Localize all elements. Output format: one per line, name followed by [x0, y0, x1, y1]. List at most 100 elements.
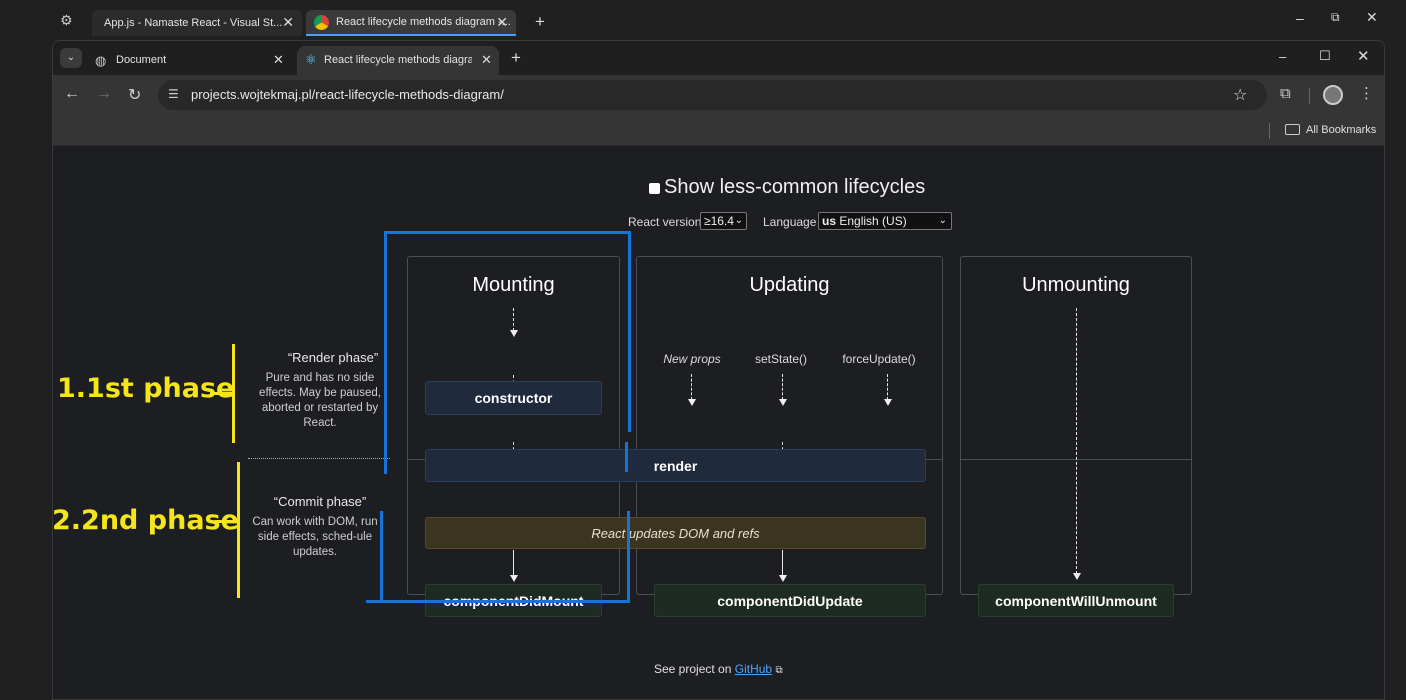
outer-tabbar: ⚙ App.js - Namaste React - Visual St... …	[0, 0, 1406, 40]
globe-icon: ◍	[95, 53, 107, 68]
forward-icon[interactable]: →	[96, 85, 112, 103]
chevron-down-icon: ⌄	[938, 215, 947, 226]
back-icon[interactable]: ←	[64, 85, 80, 103]
minimize-icon[interactable]: –	[1296, 10, 1304, 26]
mounting-title: Mounting	[472, 274, 555, 296]
new-tab-icon[interactable]: +	[535, 12, 545, 32]
page-content: Show less-common lifecycles React versio…	[53, 146, 1384, 699]
close-icon[interactable]: ✕	[481, 52, 492, 68]
arrow-line	[887, 374, 888, 400]
react-version-label: React version	[628, 215, 702, 229]
language-select[interactable]: us English (US) ⌄	[818, 212, 952, 230]
arrowhead	[510, 330, 518, 337]
annotation-first-phase: 1.1st phase	[57, 373, 235, 404]
tab-strip: ⌄ ◍ Document ✕ ⚛ React lifecycle methods…	[53, 41, 1384, 75]
arrowhead	[884, 399, 892, 406]
avatar[interactable]	[1323, 85, 1343, 105]
tab-document[interactable]: ◍ Document ✕	[89, 46, 293, 75]
arrow-line	[782, 374, 783, 400]
tab-search-button[interactable]: ⌄	[60, 48, 82, 68]
external-link-icon: ⧉	[775, 665, 783, 676]
annotation-blue-line	[627, 511, 630, 603]
annotation-blue-line	[366, 600, 630, 603]
restore-icon[interactable]: ⧉	[1331, 10, 1340, 25]
annotation-blue-line	[384, 231, 631, 234]
arrowhead	[1073, 573, 1081, 580]
arrowhead	[779, 575, 787, 582]
close-window-icon[interactable]: ✕	[1357, 47, 1370, 65]
url-text[interactable]: projects.wojtekmaj.pl/react-lifecycle-me…	[191, 87, 504, 102]
render-box[interactable]: render	[425, 449, 926, 482]
reload-icon[interactable]: ↻	[128, 85, 141, 105]
annotation-blue-line	[628, 232, 631, 432]
show-less-common-checkbox[interactable]	[649, 183, 660, 194]
tab-react-lifecycle[interactable]: ⚛ React lifecycle methods diagram ✕	[297, 46, 499, 75]
arrowhead	[688, 399, 696, 406]
react-version-select[interactable]: ≥16.4 ⌄	[700, 212, 747, 230]
annotation-blue-line	[625, 442, 628, 472]
bookmarks-divider	[1269, 123, 1270, 139]
all-bookmarks-link[interactable]: All Bookmarks	[1306, 124, 1376, 136]
close-icon[interactable]: ✕	[273, 52, 284, 68]
arrow-line	[513, 308, 514, 331]
folder-icon[interactable]	[1285, 124, 1300, 135]
render-phase-title: “Render phase”	[287, 350, 379, 365]
phase-divider	[248, 458, 390, 459]
chevron-down-icon: ⌄	[734, 215, 743, 226]
arrowhead	[779, 399, 787, 406]
language-label: Language	[763, 215, 817, 229]
arrow-line	[782, 550, 783, 576]
arrow-line	[513, 550, 514, 576]
close-icon[interactable]: ✕	[496, 14, 508, 31]
bookmarks-bar: All Bookmarks	[53, 116, 1384, 146]
unmounting-title: Unmounting	[1022, 274, 1130, 296]
arrow-line	[1076, 308, 1077, 574]
menu-icon[interactable]: ⋮	[1359, 84, 1374, 102]
annotation-second-phase: 2.2nd phase	[52, 505, 239, 536]
new-tab-icon[interactable]: +	[511, 48, 521, 68]
dom-updates-box[interactable]: React updates DOM and refs	[425, 517, 926, 549]
footer: See project on GitHub ⧉	[654, 662, 783, 676]
site-info-icon[interactable]: ☰	[168, 87, 179, 101]
tab-label: Document	[116, 54, 167, 66]
outer-tab-label: React lifecycle methods diagram -...	[336, 16, 511, 28]
commit-phase-desc: Can work with DOM, run side effects, sch…	[252, 516, 378, 558]
outer-tab-label: App.js - Namaste React - Visual St...	[104, 17, 283, 29]
force-update-trigger: forceUpdate()	[842, 352, 916, 366]
arrowhead	[510, 575, 518, 582]
close-icon[interactable]: ✕	[282, 14, 294, 31]
annotation-yellow-line	[210, 392, 232, 395]
commit-phase-title: “Commit phase”	[273, 494, 367, 509]
show-less-common-label[interactable]: Show less-common lifecycles	[664, 176, 925, 199]
react-icon: ⚛	[305, 52, 317, 67]
address-bar[interactable]: ☰ projects.wojtekmaj.pl/react-lifecycle-…	[158, 80, 1267, 110]
settings-icon[interactable]: ⚙	[60, 12, 73, 29]
extensions-icon[interactable]: ⧉	[1280, 85, 1291, 102]
annotation-yellow-line	[215, 520, 238, 523]
maximize-icon[interactable]: ☐	[1319, 48, 1331, 64]
outer-tab-react[interactable]: React lifecycle methods diagram -... ✕	[306, 10, 516, 36]
component-did-update-box[interactable]: componentDidUpdate	[654, 584, 926, 617]
close-window-icon[interactable]: ✕	[1366, 9, 1378, 26]
annotation-blue-line	[384, 232, 387, 474]
toolbar-divider	[1309, 88, 1310, 104]
browser-toolbar: ← → ↻ ☰ projects.wojtekmaj.pl/react-life…	[53, 75, 1384, 116]
updating-title: Updating	[749, 274, 830, 296]
bookmark-star-icon[interactable]: ☆	[1233, 85, 1247, 105]
outer-tab-vscode[interactable]: App.js - Namaste React - Visual St... ✕	[92, 10, 302, 36]
tab-label: React lifecycle methods diagram	[324, 54, 472, 66]
component-will-unmount-box[interactable]: componentWillUnmount	[978, 584, 1174, 617]
annotation-yellow-line	[232, 344, 235, 443]
annotation-blue-line	[380, 511, 383, 601]
react-version-value: ≥16.4	[704, 214, 734, 228]
footer-prefix: See project on	[654, 662, 732, 676]
annotation-yellow-line	[237, 462, 240, 598]
arrow-line	[691, 374, 692, 400]
constructor-box[interactable]: constructor	[425, 381, 602, 415]
github-link[interactable]: GitHub	[735, 662, 772, 676]
chrome-icon	[314, 15, 329, 30]
browser-window: ⌄ ◍ Document ✕ ⚛ React lifecycle methods…	[52, 40, 1385, 700]
minimize-icon[interactable]: –	[1279, 49, 1286, 64]
render-phase-desc: Pure and has no side effects. May be pau…	[259, 372, 381, 429]
language-value: English (US)	[839, 214, 907, 228]
